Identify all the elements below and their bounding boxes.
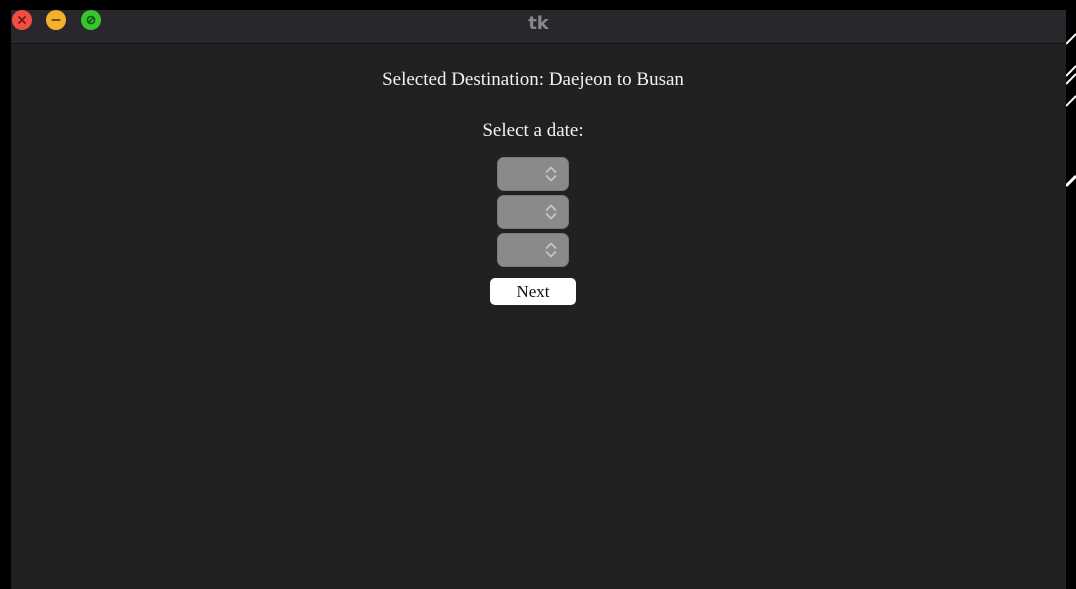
destination-label: Selected Destination: Daejeon to Busan — [382, 69, 684, 90]
month-spinbox[interactable] — [497, 195, 569, 229]
date-prompt-label: Select a date: — [482, 120, 584, 141]
chevron-updown-icon[interactable] — [544, 241, 558, 263]
year-spinbox[interactable] — [497, 157, 569, 191]
background-decoration — [1066, 33, 1076, 188]
app-window: tk Selected Destination: Daejeon to Busa… — [11, 10, 1066, 589]
day-spinbox[interactable] — [497, 233, 569, 267]
next-button[interactable]: Next — [490, 278, 576, 305]
title-bar[interactable]: tk — [11, 10, 1066, 44]
chevron-updown-icon[interactable] — [544, 165, 558, 187]
main-content: Selected Destination: Daejeon to Busan S… — [11, 44, 1066, 589]
window-title: tk — [528, 13, 549, 34]
chevron-updown-icon[interactable] — [544, 203, 558, 225]
